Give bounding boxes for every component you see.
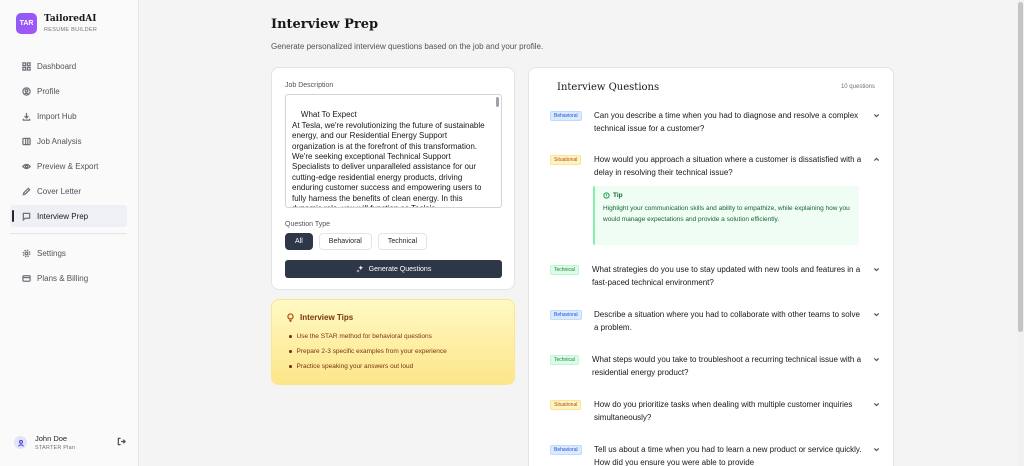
download-icon [22,112,31,121]
question-text: Tell us about a time when you had to lea… [594,445,862,466]
question-text: What steps would you take to troubleshoo… [592,355,862,377]
chat-icon [22,212,31,221]
interview-tips-card: Interview Tips Use the STAR method for b… [271,299,515,385]
page-title: Interview Prep [271,17,379,32]
question-type-badge: Situational [550,155,582,165]
sidebar-item-label: Interview Prep [37,211,89,221]
chevron-up-icon[interactable] [873,156,880,163]
question-text: Can you describe a time when you had to … [594,111,859,133]
question-type-badge: Situational [550,400,582,410]
gear-icon [22,249,31,257]
columns-icon [22,137,31,145]
questions-title: Interview Questions [557,82,660,93]
answer-tip-title: Tip [603,192,851,199]
sidebar-item-dashboard[interactable]: Dashboard [10,55,127,77]
tip-item: Practice speaking your answers out loud [289,363,414,370]
question-type-badge: Technical [550,355,579,365]
question-type-badge: Behavioral [550,445,582,455]
question-type-label: Question Type [285,221,331,228]
question-type-badge: Technical [550,265,579,275]
sidebar-item-settings[interactable]: Settings [10,242,127,264]
answer-tip: Tip Highlight your communication skills … [593,186,859,245]
textarea-scrollbar[interactable] [496,97,499,107]
sidebar-item-label: Plans & Billing [37,273,89,283]
page-scrollbar-thumb[interactable] [1018,2,1023,332]
sidebar-item-import-hub[interactable]: Import Hub [10,105,127,127]
chevron-down-icon[interactable] [873,266,880,273]
sidebar-item-label: Import Hub [37,111,77,121]
question-text: How would you approach a situation where… [594,155,862,177]
chevron-down-icon[interactable] [873,356,880,363]
question-type-badge: Behavioral [550,310,582,320]
sidebar-item-label: Preview & Export [37,161,99,171]
sidebar: TAR TailoredAI RESUME BUILDER Dashboard … [0,0,139,466]
chevron-down-icon[interactable] [873,401,880,408]
sidebar-item-job-analysis[interactable]: Job Analysis [10,130,127,152]
interview-tips-title: Interview Tips [286,313,353,322]
chevron-down-icon[interactable] [873,311,880,318]
answer-tip-text: Highlight your communication skills and … [603,205,850,223]
sidebar-item-plans-billing[interactable]: Plans & Billing [10,267,127,289]
brand-logo: TAR [16,13,37,34]
eye-icon [22,163,31,169]
question-type-filter: All Behavioral Technical [285,233,428,250]
sidebar-nav: Dashboard Profile Import Hub Job Analysi… [10,55,127,292]
questions-count: 10 questions [840,84,875,90]
question-generator-card: Job Description What To Expect At Tesla,… [271,67,515,290]
lightbulb-icon [603,192,610,199]
question-type-badge: Behavioral [550,111,582,121]
brand-name: TailoredAI [44,14,97,24]
logout-icon [117,437,126,446]
user-plan: STARTER Plan [35,445,76,451]
grid-icon [22,61,31,71]
generate-questions-button[interactable]: Generate Questions [285,260,502,278]
sidebar-item-label: Job Analysis [37,136,82,146]
question-text: How do you prioritize tasks when dealing… [594,400,853,422]
sidebar-item-interview-prep[interactable]: Interview Prep [10,205,127,227]
sidebar-item-cover-letter[interactable]: Cover Letter [10,180,127,202]
type-chip-technical[interactable]: Technical [377,233,428,250]
page-subtitle: Generate personalized interview question… [271,42,544,51]
question-text: Describe a situation where you had to co… [594,310,860,332]
sparkles-icon [356,265,363,273]
user-name: John Doe [35,434,68,443]
avatar [14,436,27,449]
sidebar-item-label: Settings [37,248,66,258]
sidebar-item-label: Profile [37,86,60,96]
user-profile[interactable]: John Doe STARTER Plan [14,434,126,451]
tip-item: Prepare 2-3 specific examples from your … [289,348,447,355]
tip-item: Use the STAR method for behavioral quest… [289,333,432,340]
question-text: What strategies do you use to stay updat… [592,265,861,287]
job-description-textarea[interactable]: What To Expect At Tesla, we're revolutio… [285,94,502,208]
lightbulb-icon [287,313,294,322]
type-chip-all[interactable]: All [285,233,313,250]
interview-questions-card: Interview Questions 10 questions Behavio… [528,67,894,466]
type-chip-behavioral[interactable]: Behavioral [318,233,372,250]
credit-card-icon [22,274,31,282]
chevron-down-icon[interactable] [873,112,880,119]
job-description-label: Job Description [285,82,334,89]
user-circle-icon [22,86,31,96]
chevron-down-icon[interactable] [873,446,880,453]
sidebar-divider [10,233,127,234]
sidebar-item-preview-export[interactable]: Preview & Export [10,155,127,177]
generate-questions-label: Generate Questions [368,265,432,273]
user-icon [17,439,24,447]
job-description-text: What To Expect At Tesla, we're revolutio… [292,110,485,207]
sidebar-item-label: Cover Letter [37,186,82,196]
sidebar-item-label: Dashboard [37,61,77,71]
sidebar-item-profile[interactable]: Profile [10,80,127,102]
pen-icon [22,186,31,196]
brand[interactable]: TAR TailoredAI RESUME BUILDER [16,13,97,34]
brand-subtitle: RESUME BUILDER [44,27,98,33]
page-scrollbar[interactable] [1017,0,1024,466]
logout-button[interactable] [117,437,126,448]
